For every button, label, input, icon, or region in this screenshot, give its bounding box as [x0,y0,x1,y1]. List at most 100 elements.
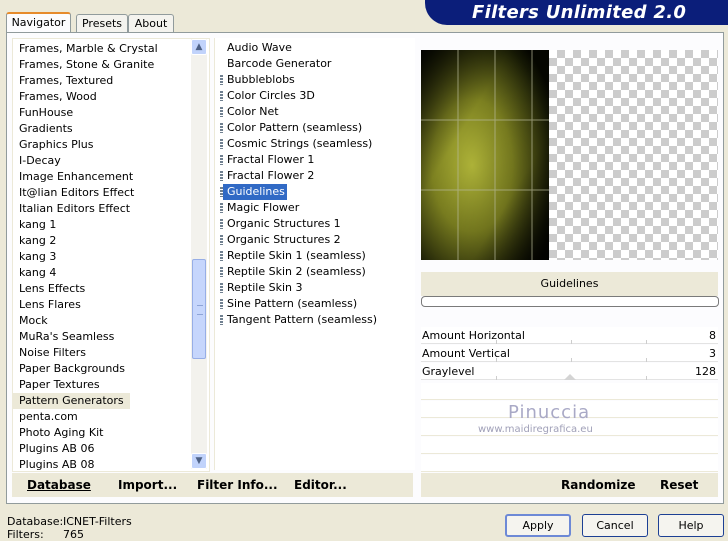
editor-button[interactable]: Editor... [294,473,347,497]
filter-item[interactable]: Reptile Skin 2 (seamless) [220,264,368,280]
tab-presets[interactable]: Presets [76,14,128,32]
category-item[interactable]: Paper Backgrounds [13,361,125,377]
filter-item[interactable]: Bubbleblobs [220,72,297,88]
status-database-value: ICNET-Filters [63,515,132,528]
filter-item-label: Cosmic Strings (seamless) [227,137,373,150]
status-filters: Filters: 765 [7,528,84,541]
category-item[interactable]: kang 4 [13,265,56,281]
filter-item[interactable]: Barcode Generator [223,56,333,72]
category-item[interactable]: Photo Aging Kit [13,425,103,441]
category-item[interactable]: Paper Textures [13,377,100,393]
category-item[interactable]: Mock [13,313,48,329]
category-item[interactable]: Graphics Plus [13,137,93,153]
category-item[interactable]: Frames, Stone & Granite [13,57,154,73]
apply-button[interactable]: Apply [505,514,571,537]
filter-item-label: Color Pattern (seamless) [227,121,363,134]
filter-item[interactable]: Color Pattern (seamless) [220,120,364,136]
database-label: Database [27,478,91,492]
category-item[interactable]: kang 1 [13,217,56,233]
param-track [421,358,718,362]
filter-marker-icon [220,315,223,325]
filter-marker-icon [220,299,223,309]
param-name: Graylevel [422,365,475,378]
tab-navigator[interactable]: Navigator [6,12,71,34]
param-slider[interactable]: Graylevel 128 [421,363,718,380]
category-item[interactable]: Noise Filters [13,345,86,361]
watermark-name: Pinuccia [508,402,591,423]
category-item[interactable]: It@lian Editors Effect [13,185,134,201]
filter-marker-icon [220,171,223,181]
filter-item-label: Fractal Flower 1 [227,153,315,166]
category-item[interactable]: Image Enhancement [13,169,133,185]
filter-item[interactable]: Reptile Skin 1 (seamless) [220,248,368,264]
filter-item-label: Tangent Pattern (seamless) [227,313,378,326]
category-item[interactable]: Plugins AB 06 [13,441,94,457]
left-button-bar: Database Import... Filter Info... Editor… [12,473,413,497]
randomize-button[interactable]: Randomize [561,473,635,497]
database-button[interactable]: Database [27,473,91,497]
scroll-thumb[interactable] [192,259,206,359]
category-item[interactable]: Italian Editors Effect [13,201,130,217]
filter-item[interactable]: Organic Structures 2 [220,232,343,248]
tab-about[interactable]: About [128,14,174,32]
filter-item-label: Barcode Generator [227,57,332,70]
category-item[interactable]: FunHouse [13,105,73,121]
filter-item[interactable]: Magic Flower [220,200,301,216]
filter-item[interactable]: Organic Structures 1 [220,216,343,232]
category-item[interactable]: kang 3 [13,249,56,265]
filter-marker-icon [220,155,223,165]
filter-item-label: Organic Structures 2 [227,233,341,246]
filter-item[interactable]: Guidelines [220,184,287,200]
filter-list[interactable]: Audio Wave Barcode Generator Bubbleblobs Co… [214,38,415,470]
param-slider[interactable]: Amount Vertical 3 [421,345,718,362]
category-item[interactable]: penta.com [13,409,78,425]
filter-item-label: Reptile Skin 3 [227,281,303,294]
param-knob-icon[interactable] [563,374,576,380]
filter-marker-icon [220,267,223,277]
filter-item[interactable]: Fractal Flower 1 [220,152,316,168]
filter-item[interactable]: Sine Pattern (seamless) [220,296,359,312]
filter-marker-icon [220,75,223,85]
param-name: Amount Horizontal [422,329,525,342]
filter-item-label: Color Circles 3D [227,89,315,102]
category-item[interactable]: I-Decay [13,153,61,169]
category-item[interactable]: Plugins AB 08 [13,457,94,471]
category-item[interactable]: Lens Effects [13,281,85,297]
cancel-button[interactable]: Cancel [582,514,648,537]
filter-item[interactable]: Tangent Pattern (seamless) [220,312,379,328]
filter-item-label: Color Net [227,105,279,118]
param-tick [571,340,572,344]
help-button[interactable]: Help [658,514,724,537]
scroll-down-button[interactable]: ▼ [191,453,207,469]
param-tick [496,340,497,344]
category-item[interactable]: kang 2 [13,233,56,249]
import-button[interactable]: Import... [118,473,177,497]
category-item[interactable]: Frames, Wood [13,89,97,105]
transparency-checkerboard [549,50,718,260]
category-item[interactable]: Gradients [13,121,73,137]
filter-item[interactable]: Fractal Flower 2 [220,168,316,184]
scroll-up-button[interactable]: ▲ [191,39,207,55]
category-item[interactable]: Pattern Generators [13,393,130,409]
category-item[interactable]: MuRa's Seamless [13,329,114,345]
filter-item[interactable]: Cosmic Strings (seamless) [220,136,374,152]
category-scrollbar[interactable]: ▲ ▼ [191,39,207,469]
filter-item[interactable]: Color Circles 3D [220,88,317,104]
category-item[interactable]: Lens Flares [13,297,81,313]
status-filters-label: Filters: [7,528,44,541]
param-tick [646,376,647,380]
param-slider[interactable]: Amount Horizontal 8 [421,327,718,344]
category-item[interactable]: Frames, Textured [13,73,113,89]
filter-info-button[interactable]: Filter Info... [197,473,278,497]
status-database-label: Database: [7,515,64,528]
category-list[interactable]: Frames, Marble & Crystal Frames, Stone & … [12,38,210,472]
reset-button[interactable]: Reset [660,473,698,497]
param-empty-row [421,455,718,472]
filter-marker-icon [220,251,223,261]
filter-item[interactable]: Color Net [220,104,281,120]
filter-item-label: Magic Flower [227,201,300,214]
category-item[interactable]: Frames, Marble & Crystal [13,41,158,57]
filter-item[interactable]: Audio Wave [223,40,294,56]
filter-item[interactable]: Reptile Skin 3 [220,280,304,296]
filter-item-label: Fractal Flower 2 [227,169,315,182]
